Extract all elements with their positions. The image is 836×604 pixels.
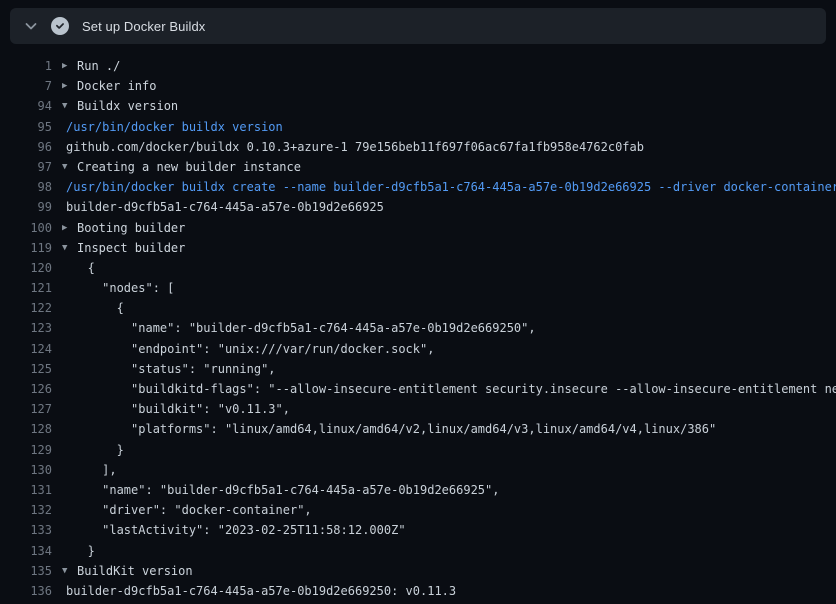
output-text: "buildkit": "v0.11.3", [62, 399, 290, 419]
line-number[interactable]: 133 [0, 520, 52, 540]
log-line: 97 ▼Creating a new builder instance [0, 157, 836, 177]
output-text: ], [62, 460, 117, 480]
output-text: builder-d9cfb5a1-c764-445a-a57e-0b19d2e6… [62, 197, 384, 217]
log-line: 99 builder-d9cfb5a1-c764-445a-a57e-0b19d2… [0, 197, 836, 217]
line-number[interactable]: 127 [0, 399, 52, 419]
output-text: builder-d9cfb5a1-c764-445a-a57e-0b19d2e6… [62, 581, 456, 601]
log-line: 125 "status": "running", [0, 359, 836, 379]
output-text: "lastActivity": "2023-02-25T11:58:12.000… [62, 520, 406, 540]
line-number[interactable]: 119 [0, 238, 52, 258]
log-line: 96 github.com/docker/buildx 0.10.3+azure-… [0, 137, 836, 157]
log-line: 98/usr/bin/docker buildx create --name b… [0, 177, 836, 197]
line-number[interactable]: 94 [0, 96, 52, 116]
log-line: 95/usr/bin/docker buildx version [0, 117, 836, 137]
line-number[interactable]: 132 [0, 500, 52, 520]
group-collapsed-icon[interactable]: ▶ [62, 76, 77, 96]
line-number[interactable]: 96 [0, 137, 52, 157]
command-text: /usr/bin/docker buildx version [62, 117, 283, 137]
output-text: { [62, 298, 124, 318]
line-number[interactable]: 135 [0, 561, 52, 581]
output-text: } [62, 440, 124, 460]
line-number[interactable]: 100 [0, 218, 52, 238]
group-expanded-icon[interactable]: ▼ [62, 96, 77, 116]
line-number[interactable]: 129 [0, 440, 52, 460]
step-title: Set up Docker Buildx [82, 19, 205, 34]
log-line: 134 } [0, 541, 836, 561]
log-line: 136 builder-d9cfb5a1-c764-445a-a57e-0b19d… [0, 581, 836, 601]
output-text: "driver": "docker-container", [62, 500, 312, 520]
group-collapsed-icon[interactable]: ▶ [62, 218, 77, 238]
actions-log-panel: Set up Docker Buildx 1▶Run ./7▶Docker in… [0, 0, 836, 604]
line-number[interactable]: 120 [0, 258, 52, 278]
output-text: "endpoint": "unix:///var/run/docker.sock… [62, 339, 434, 359]
log-line: 124 "endpoint": "unix:///var/run/docker.… [0, 339, 836, 359]
group-title[interactable]: Creating a new builder instance [77, 157, 301, 177]
line-number[interactable]: 126 [0, 379, 52, 399]
log-line: 126 "buildkitd-flags": "--allow-insecure… [0, 379, 836, 399]
group-title[interactable]: Buildx version [77, 96, 178, 116]
log-line: 1 ▶Run ./ [0, 56, 836, 76]
line-number[interactable]: 98 [0, 177, 52, 197]
line-number[interactable]: 99 [0, 197, 52, 217]
output-text: "platforms": "linux/amd64,linux/amd64/v2… [62, 419, 716, 439]
group-expanded-icon[interactable]: ▼ [62, 561, 77, 581]
group-title[interactable]: Inspect builder [77, 238, 185, 258]
line-number[interactable]: 130 [0, 460, 52, 480]
log-line: 123 "name": "builder-d9cfb5a1-c764-445a-… [0, 318, 836, 338]
line-number[interactable]: 136 [0, 581, 52, 601]
line-number[interactable]: 124 [0, 339, 52, 359]
group-collapsed-icon[interactable]: ▶ [62, 56, 77, 76]
log-line: 7 ▶Docker info [0, 76, 836, 96]
command-text: /usr/bin/docker buildx create --name bui… [62, 177, 836, 197]
log-line: 132 "driver": "docker-container", [0, 500, 836, 520]
log-line: 94 ▼Buildx version [0, 96, 836, 116]
line-number[interactable]: 122 [0, 298, 52, 318]
line-number[interactable]: 7 [0, 76, 52, 96]
group-title[interactable]: Booting builder [77, 218, 185, 238]
group-expanded-icon[interactable]: ▼ [62, 238, 77, 258]
log-line: 119 ▼Inspect builder [0, 238, 836, 258]
line-number[interactable]: 134 [0, 541, 52, 561]
log-line: 133 "lastActivity": "2023-02-25T11:58:12… [0, 520, 836, 540]
line-number[interactable]: 128 [0, 419, 52, 439]
line-number[interactable]: 97 [0, 157, 52, 177]
output-text: "nodes": [ [62, 278, 174, 298]
line-number[interactable]: 121 [0, 278, 52, 298]
log-line: 135 ▼BuildKit version [0, 561, 836, 581]
group-title[interactable]: Docker info [77, 76, 156, 96]
group-expanded-icon[interactable]: ▼ [62, 157, 77, 177]
log-line: 100 ▶Booting builder [0, 218, 836, 238]
output-text: "buildkitd-flags": "--allow-insecure-ent… [62, 379, 836, 399]
check-circle-icon [50, 16, 70, 36]
line-number[interactable]: 95 [0, 117, 52, 137]
group-title[interactable]: BuildKit version [77, 561, 193, 581]
log-line: 131 "name": "builder-d9cfb5a1-c764-445a-… [0, 480, 836, 500]
output-text: { [62, 258, 95, 278]
log-line: 122 { [0, 298, 836, 318]
line-number[interactable]: 1 [0, 56, 52, 76]
output-text: "name": "builder-d9cfb5a1-c764-445a-a57e… [62, 480, 499, 500]
output-text: github.com/docker/buildx 0.10.3+azure-1 … [62, 137, 644, 157]
step-header[interactable]: Set up Docker Buildx [10, 8, 826, 44]
line-number[interactable]: 125 [0, 359, 52, 379]
line-number[interactable]: 123 [0, 318, 52, 338]
output-text: } [62, 541, 95, 561]
log-lines: 1▶Run ./7▶Docker info94▼Buildx version95… [0, 44, 836, 604]
log-line: 121 "nodes": [ [0, 278, 836, 298]
output-text: "status": "running", [62, 359, 276, 379]
line-number[interactable]: 131 [0, 480, 52, 500]
log-line: 129 } [0, 440, 836, 460]
log-line: 128 "platforms": "linux/amd64,linux/amd6… [0, 419, 836, 439]
log-line: 127 "buildkit": "v0.11.3", [0, 399, 836, 419]
output-text: "name": "builder-d9cfb5a1-c764-445a-a57e… [62, 318, 536, 338]
group-title[interactable]: Run ./ [77, 56, 120, 76]
log-line: 120 { [0, 258, 836, 278]
chevron-down-icon[interactable] [22, 17, 40, 35]
log-line: 130 ], [0, 460, 836, 480]
